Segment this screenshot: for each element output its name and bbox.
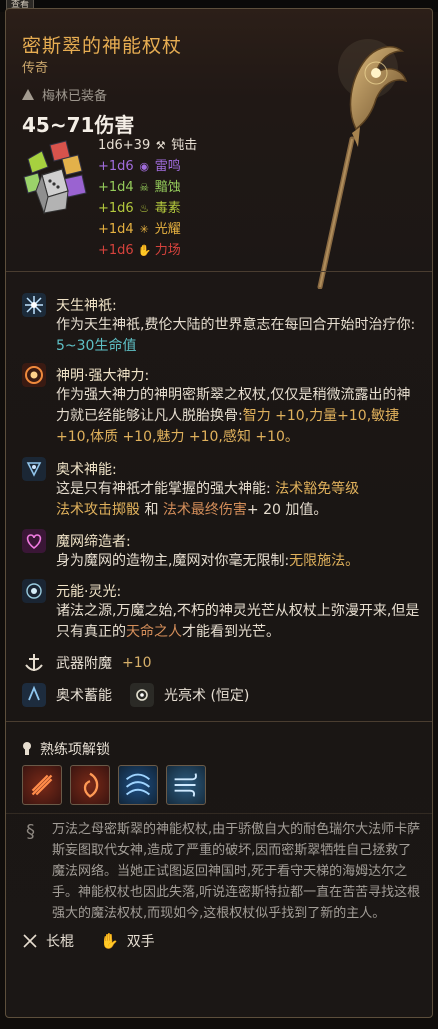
enchant-label: 武器附魔: [56, 656, 112, 672]
damage-breakdown: 1d6+39 ⚒ 钝击 +1d6 ◉ 雷鸣 +1d4 ☠ 黯蚀 +1d6 ♨ 毒…: [98, 135, 197, 261]
trait-innate-deity: 天生神祇: 作为天生神祇,费伦大陆的世界意志在每回合开始时治疗你: 5~30生命…: [22, 293, 422, 355]
aura-icon: [22, 579, 46, 603]
trait-description: 诸法之源,万魔之始,不朽的神灵光芒从权杖上弥漫开来,但是只有真正的天命之人才能看…: [56, 601, 422, 643]
lore-quote-icon: §: [26, 821, 35, 842]
equipped-status: 梅林已装备: [22, 85, 107, 104]
wind-gust-icon: [174, 773, 197, 797]
damage-type: 光耀: [154, 222, 181, 237]
item-rarity: 传奇: [22, 61, 49, 76]
lock-icon: [22, 742, 32, 756]
item-lore: 万法之母密斯翠的神能权杖,由于骄傲自大的耐色瑞尔大法师卡萨斯妄图取代女神,造成了…: [52, 822, 421, 921]
unlimited-casting: 无限施法。: [289, 553, 360, 569]
trait-name: 天生神祇:: [56, 298, 117, 314]
starburst-icon: [22, 293, 46, 317]
staff-image: [317, 39, 408, 289]
trait-greater-divinity: 神明·强大神力: 作为强大神力的神明密斯翠之权杖,仅仅是稍微流露出的神力就已经能…: [22, 363, 422, 447]
weave-heart-icon: [22, 529, 46, 553]
trait-text: 和: [140, 502, 163, 518]
damage-dice: 1d6+39: [98, 138, 151, 153]
necrotic-icon: ☠: [139, 181, 150, 194]
trait-primal-aura: 元能·灵光: 诸法之源,万魔之始,不朽的神灵光芒从权杖上弥漫开来,但是只有真正的…: [22, 579, 422, 643]
trait-text: 这是只有神祇才能掌握的强大神能:: [56, 481, 276, 497]
trait-name: 元能·灵光:: [56, 584, 122, 600]
skill-slot-1[interactable]: [22, 765, 62, 805]
trait-text: + 20 加值。: [246, 502, 328, 518]
force-icon: ✋: [137, 244, 152, 257]
damage-dice: +1d6: [98, 201, 134, 216]
trait-name: 魔网缔造者:: [56, 534, 131, 550]
thunder-icon: ◉: [139, 160, 149, 173]
trait-text: 作为天生神祇,费伦大陆的世界意志在每回合开始时治疗你:: [56, 317, 416, 333]
trait-description: 身为魔网的造物主,魔网对你毫无限制:无限施法。: [56, 551, 422, 572]
damage-row-poison: +1d6 ♨ 毒素: [98, 198, 197, 219]
frost-wave-icon: [125, 773, 151, 796]
bludgeon-icon: ⚒: [155, 139, 166, 152]
anchor-icon: [25, 654, 43, 671]
tooltip-body: 天生神祇: 作为天生神祇,费伦大陆的世界意志在每回合开始时治疗你: 5~30生命…: [6, 271, 432, 1017]
trait-description: 作为强大神力的神明密斯翠之权杖,仅仅是稍微流露出的神力就已经能够让凡人脱胎换骨:…: [56, 385, 422, 448]
damage-type: 雷鸣: [154, 159, 181, 174]
divider: [6, 813, 432, 814]
skill-slot-4[interactable]: [166, 765, 206, 805]
trait-weave-creator: 魔网缔造者: 身为魔网的造物主,魔网对你毫无限制:无限施法。: [22, 529, 422, 573]
damage-row-radiant: +1d4 ✳ 光耀: [98, 219, 197, 240]
damage-type: 毒素: [154, 201, 181, 216]
weapon-properties: 长棍 ✋ 双手: [22, 931, 155, 951]
tooltip-header: 密斯翠的神能权杖 传奇 梅林已装备 45~71伤害 1d6+39 ⚒ 钝击 +1…: [6, 9, 432, 289]
divine-sun-icon: [22, 363, 46, 387]
fire-slash-icon: [31, 774, 53, 796]
quarterstaff-icon: [23, 934, 37, 948]
two-handed-icon: ✋: [100, 932, 119, 950]
enchant-value: +10: [122, 655, 152, 671]
trait-arcane-divinity: 奥术神能: 这是只有神祇才能掌握的强大神能: 法术豁免等级法术攻击掷骰 和 法术…: [22, 457, 422, 521]
trait-description: 这是只有神祇才能掌握的强大神能: 法术豁免等级法术攻击掷骰 和 法术最终伤害+ …: [56, 479, 422, 521]
damage-range: 45~71伤害: [22, 113, 135, 137]
damage-row-bludgeon: 1d6+39 ⚒ 钝击: [98, 135, 197, 156]
skill-slot-3[interactable]: [118, 765, 158, 805]
arcane-charge-icon[interactable]: [22, 683, 46, 707]
granted-spells: 奥术蓄能 光亮术 (恒定): [22, 683, 249, 707]
weapon-enchantment: 武器附魔 +10: [22, 651, 152, 675]
trait-name: 奥术神能:: [56, 462, 117, 478]
spell-arcane-charge-label[interactable]: 奥术蓄能: [56, 685, 112, 705]
damage-row-force: +1d6 ✋ 力场: [98, 240, 197, 261]
poison-icon: ♨: [139, 202, 150, 215]
damage-type: 黯蚀: [154, 180, 181, 195]
chosen-one: 天命之人: [126, 624, 182, 640]
damage-row-thunder: +1d6 ◉ 雷鸣: [98, 156, 197, 177]
damage-dice: +1d6: [98, 159, 134, 174]
damage-dice: +1d6: [98, 243, 134, 258]
radiant-icon: ✳: [139, 223, 149, 236]
light-spell-icon[interactable]: [130, 683, 154, 707]
heal-amount: 5~30生命值: [56, 338, 137, 354]
spell-light-label[interactable]: 光亮术 (恒定): [164, 685, 249, 705]
trait-text: 身为魔网的造物主,魔网对你毫无限制:: [56, 553, 290, 569]
arcane-icon: [22, 457, 46, 481]
spell-attack-roll: 法术攻击掷骰: [56, 502, 140, 518]
damage-dice: +1d4: [98, 222, 134, 237]
proficiency-header: 熟练项解锁: [22, 739, 110, 759]
trait-text: 才能看到光芒。: [182, 624, 280, 640]
divider: [6, 271, 432, 272]
spell-final-damage: 法术最终伤害: [162, 502, 247, 518]
trait-description: 作为天生神祇,费伦大陆的世界意志在每回合开始时治疗你: 5~30生命值: [56, 315, 422, 357]
divider: [6, 721, 432, 722]
weapon-type: 长棍: [46, 934, 74, 950]
skill-slot-2[interactable]: [70, 765, 110, 805]
damage-dice: +1d4: [98, 180, 134, 195]
trait-name: 神明·强大神力:: [56, 368, 150, 384]
proficiency-label: 熟练项解锁: [40, 742, 110, 758]
damage-type: 力场: [154, 243, 181, 258]
item-tooltip: 密斯翠的神能权杖 传奇 梅林已装备 45~71伤害 1d6+39 ⚒ 钝击 +1…: [5, 8, 433, 1018]
spell-save-dc: 法术豁免等级: [275, 481, 360, 497]
dice-icon: [23, 140, 87, 215]
item-title: 密斯翠的神能权杖: [22, 35, 183, 57]
proficiency-skills: [22, 765, 222, 807]
damage-row-necrotic: +1d4 ☠ 黯蚀: [98, 177, 197, 198]
fire-swirl-icon: [83, 772, 99, 798]
equipped-label: 梅林已装备: [42, 89, 108, 104]
damage-type: 钝击: [171, 138, 198, 153]
handedness: 双手: [126, 934, 155, 950]
warning-icon: [22, 89, 34, 100]
